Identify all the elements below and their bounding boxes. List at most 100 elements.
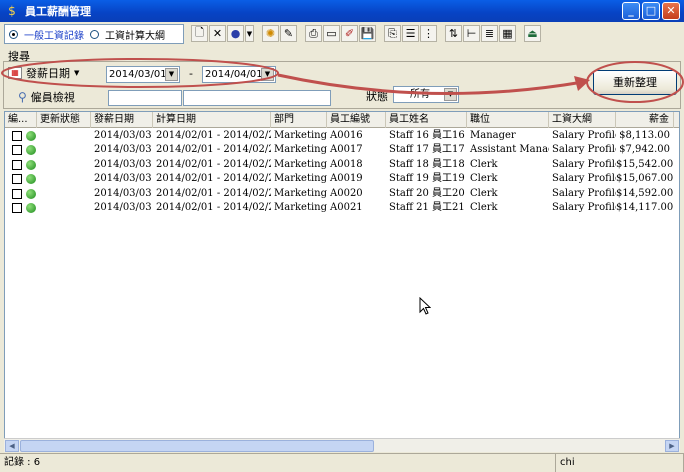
col-header-position[interactable]: 職位 — [467, 112, 549, 128]
cell-position: Manager — [470, 130, 516, 141]
radio-profile-label[interactable]: 工資計算大綱 — [105, 27, 165, 42]
cell-employee-name: Staff 20 員工20 — [389, 187, 465, 199]
dropdown-arrow-icon[interactable]: ▼ — [245, 25, 254, 42]
minimize-button[interactable]: _ — [622, 2, 640, 20]
radio-salary-profile[interactable] — [90, 29, 99, 39]
cell-salary: $15,067.00 — [616, 173, 674, 185]
salary-records-table: 編... 更新狀態 發薪日期 計算日期 部門 員工編號 員工姓名 職位 工資大綱… — [4, 111, 680, 452]
col-header-department[interactable]: 部門 — [271, 112, 327, 128]
scrollbar-thumb[interactable] — [20, 440, 374, 452]
cell-calc-date: 2014/02/01 - 2014/02/28 — [156, 144, 271, 156]
col-header-employee-name[interactable]: 員工姓名 — [386, 112, 467, 128]
table-row[interactable]: 2014/03/03 2014/02/01 - 2014/02/28 Marketi… — [5, 158, 679, 173]
status-ok-icon — [26, 145, 36, 156]
status-label: 狀態 — [366, 90, 388, 103]
row-select-checkbox[interactable] — [12, 188, 22, 199]
col-header-salary-profile[interactable]: 工資大綱 — [549, 112, 616, 128]
cell-salary: $14,592.00 — [616, 187, 674, 199]
cell-salary: $7,942.00 — [619, 144, 670, 156]
row-select-checkbox[interactable] — [12, 131, 22, 141]
col-header-employee-no[interactable]: 員工編號 — [327, 112, 386, 128]
record-icon[interactable]: ● — [227, 25, 244, 42]
cell-position: Clerk — [470, 187, 498, 199]
cell-salary-profile: Salary Profile 2 — [552, 173, 616, 185]
payslip-icon[interactable]: ✐ — [341, 25, 358, 42]
employee-view-button[interactable]: ⚲ 僱員檢視 — [18, 89, 75, 105]
scroll-left-icon[interactable]: ◀ — [5, 440, 19, 452]
table-row[interactable]: 2014/03/03 2014/02/01 - 2014/02/28 Marketi… — [5, 201, 679, 216]
cell-department: Marketing — [274, 158, 327, 170]
cell-pay-date: 2014/03/03 — [94, 158, 152, 170]
cell-salary-profile: Salary Profile 2 — [552, 130, 616, 141]
grid-icon[interactable]: ▦ — [499, 25, 516, 42]
radio-general-label[interactable]: 一般工資記錄 — [24, 27, 84, 42]
status-select[interactable]: 所有 ▼ — [393, 86, 459, 103]
cell-department: Marketing — [274, 173, 327, 185]
tree-icon[interactable]: ⊢ — [463, 25, 480, 42]
status-ok-icon — [26, 159, 36, 170]
export-icon[interactable]: ⎘ — [384, 25, 401, 42]
cell-department: Marketing — [274, 130, 327, 141]
table-row[interactable]: 2014/03/03 2014/02/01 - 2014/02/28 Marketi… — [5, 172, 679, 187]
table-row[interactable]: 2014/03/03 2014/02/01 - 2014/02/28 Marketi… — [5, 143, 679, 158]
calendar-icon: ▦ — [8, 67, 22, 79]
print-icon[interactable]: ⎙ — [305, 25, 322, 42]
employee-search-icon: ⚲ — [18, 90, 27, 104]
status-ok-icon — [26, 188, 36, 199]
list-icon[interactable]: ☰ — [402, 25, 419, 42]
scroll-right-icon[interactable]: ▶ — [665, 440, 679, 452]
new-document-icon[interactable]: 🗋 — [191, 25, 208, 42]
col-header-edit[interactable]: 編... — [5, 112, 37, 128]
date-from-picker[interactable]: 2014/03/01 ▼ — [106, 66, 180, 83]
app-icon: $ — [8, 4, 16, 18]
employee-id-input[interactable] — [108, 90, 182, 106]
date-from-dropdown-icon[interactable]: ▼ — [165, 68, 178, 81]
col-header-salary[interactable]: 薪金 — [616, 112, 674, 128]
row-select-checkbox[interactable] — [12, 145, 22, 156]
row-select-checkbox[interactable] — [12, 174, 22, 185]
cell-pay-date: 2014/03/03 — [94, 187, 152, 199]
cell-employee-no: A0021 — [330, 202, 363, 213]
exit-icon[interactable]: ⏏ — [524, 25, 541, 42]
status-value: 所有 — [410, 89, 430, 100]
cell-salary: $8,113.00 — [619, 130, 670, 141]
mouse-cursor-icon — [419, 297, 431, 315]
calculate-icon[interactable]: ✺ — [262, 25, 279, 42]
date-separator: - — [189, 67, 193, 80]
table-row[interactable]: 2014/03/03 2014/02/01 - 2014/02/28 Marketi… — [5, 187, 679, 202]
save-icon[interactable]: 💾 — [359, 25, 376, 42]
horizontal-scrollbar[interactable]: ◀ ▶ — [4, 438, 680, 452]
details-icon[interactable]: ≣ — [481, 25, 498, 42]
status-dropdown-icon[interactable]: ▼ — [444, 88, 457, 101]
preview-icon[interactable]: ▭ — [323, 25, 340, 42]
row-select-checkbox[interactable] — [12, 203, 22, 213]
cell-salary-profile: Salary Profile 2 — [552, 158, 616, 170]
cell-position: Assistant Manager — [470, 144, 549, 156]
employee-view-label: 僱員檢視 — [30, 91, 75, 104]
toolbar: 一般工資記錄 工資計算大綱 🗋 ✕ ● ▼ ✺ ✎ ⎙ ▭ ✐ 💾 ⎘ ☰ ⋮ … — [0, 22, 684, 46]
col-header-calc-date[interactable]: 計算日期 — [153, 112, 271, 128]
refresh-button[interactable]: 重新整理 — [593, 70, 677, 95]
tools-icon[interactable]: ✎ — [280, 25, 297, 42]
row-select-checkbox[interactable] — [12, 159, 22, 170]
date-from-value: 2014/03/01 — [109, 69, 167, 80]
col-header-update-status[interactable]: 更新狀態 — [37, 112, 91, 128]
record-count: 記錄 : 6 — [0, 454, 556, 472]
close-button[interactable]: ✕ — [662, 2, 680, 20]
sort-icon[interactable]: ⇅ — [445, 25, 462, 42]
delete-icon[interactable]: ✕ — [209, 25, 226, 42]
col-header-pay-date[interactable]: 發薪日期 — [91, 112, 153, 128]
cell-salary-profile: Salary Profile 2 — [552, 187, 616, 199]
pay-date-button[interactable]: ▦ 發薪日期 ▼ — [8, 65, 79, 81]
employee-name-input[interactable] — [183, 90, 331, 106]
date-to-picker[interactable]: 2014/04/01 ▼ — [202, 66, 276, 83]
cell-calc-date: 2014/02/01 - 2014/02/28 — [156, 158, 271, 170]
maximize-button[interactable]: □ — [642, 2, 660, 20]
radio-general-records[interactable] — [9, 29, 18, 39]
table-row[interactable]: 2014/03/03 2014/02/01 - 2014/02/28 Marketi… — [5, 129, 679, 144]
column-icon[interactable]: ⋮ — [420, 25, 437, 42]
cell-calc-date: 2014/02/01 - 2014/02/28 — [156, 202, 271, 213]
date-to-dropdown-icon[interactable]: ▼ — [261, 68, 274, 81]
cell-employee-name: Staff 21 員工21 — [389, 202, 465, 213]
status-ok-icon — [26, 203, 36, 213]
